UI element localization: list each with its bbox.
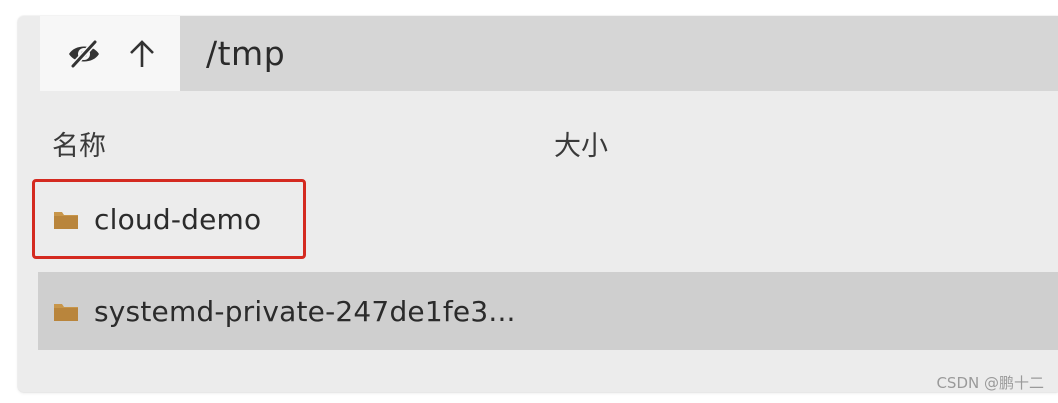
file-name: systemd-private-247de1fe3... (94, 294, 516, 328)
toolbar (40, 16, 180, 91)
column-header-size[interactable]: 大小 (554, 124, 608, 163)
watermark: CSDN @鹏十二 (936, 374, 1044, 392)
path-bar[interactable]: /tmp (180, 16, 1058, 91)
arrow-up-icon[interactable] (128, 39, 156, 69)
column-header-name[interactable]: 名称 (52, 124, 106, 163)
eye-slash-icon[interactable] (66, 38, 102, 69)
current-path: /tmp (206, 34, 286, 73)
file-row-systemd-private[interactable]: systemd-private-247de1fe3... (38, 272, 1058, 350)
folder-icon (54, 301, 78, 321)
annotation-highlight-box (32, 179, 306, 259)
file-browser-panel: /tmp 名称 大小 cloud-demo systemd-private-24… (18, 16, 1058, 392)
